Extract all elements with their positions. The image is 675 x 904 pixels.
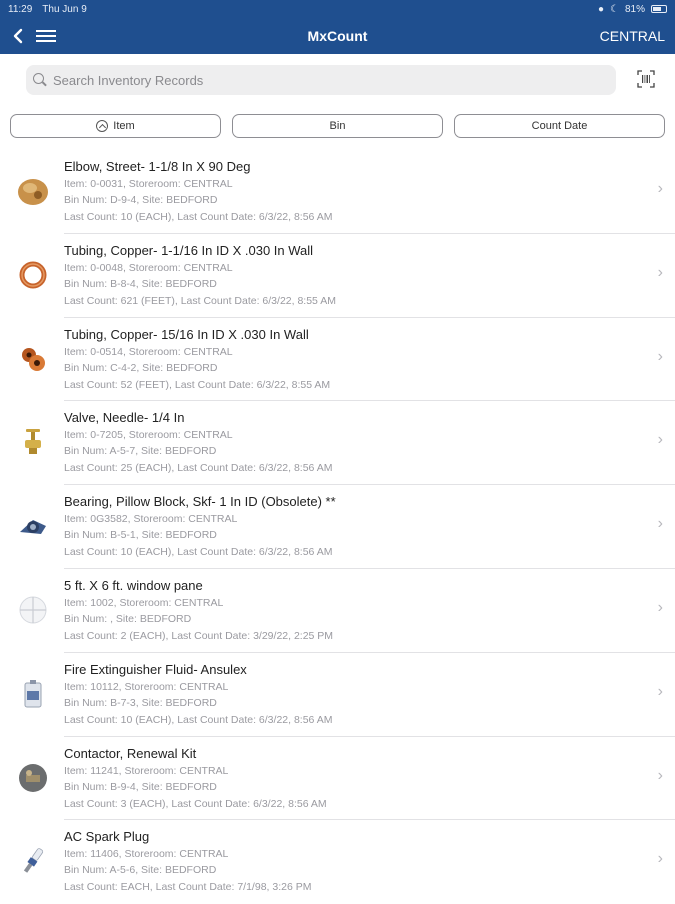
- item-storeroom: Item: 11241, Storeroom: CENTRAL: [64, 764, 229, 777]
- spark-plug-image: [16, 844, 50, 878]
- page-title: MxCount: [307, 28, 368, 44]
- back-button[interactable]: [0, 18, 36, 54]
- chevron-left-icon: [13, 28, 23, 44]
- wifi-icon: ●: [597, 3, 605, 15]
- item-title: AC Spark Plug: [64, 829, 150, 845]
- brass-valve-image: [16, 425, 50, 459]
- item-bin: Bin Num: B-5-1, Site: BEDFORD: [64, 529, 217, 542]
- sort-ascending-icon: [96, 120, 109, 132]
- chevron-right-icon: ›: [657, 263, 663, 281]
- inventory-list: Elbow, Street- 1-1/8 In X 90 Deg Item: 0…: [0, 150, 675, 904]
- item-bin: Bin Num: A-5-6, Site: BEDFORD: [64, 864, 217, 877]
- window-pane-image: [16, 593, 50, 627]
- site-selector-button[interactable]: CENTRAL: [600, 28, 665, 44]
- item-last-count: Last Count: 621 (FEET), Last Count Date:…: [64, 294, 336, 307]
- pillow-block-bearing-image: [16, 509, 50, 543]
- item-last-count: Last Count: 25 (EACH), Last Count Date: …: [64, 462, 333, 475]
- item-storeroom: Item: 0-0031, Storeroom: CENTRAL: [64, 178, 233, 190]
- item-storeroom: Item: 0-0514, Storeroom: CENTRAL: [64, 345, 233, 358]
- list-item[interactable]: Bearing, Pillow Block, Skf- 1 In ID (Obs…: [20, 485, 675, 569]
- sort-item-button[interactable]: Item: [10, 114, 221, 138]
- chevron-right-icon: ›: [657, 766, 663, 784]
- item-storeroom: Item: 1002, Storeroom: CENTRAL: [64, 596, 224, 609]
- list-item[interactable]: Fire Extinguisher Fluid- Ansulex Item: 1…: [24, 653, 675, 737]
- battery-percent: 81%: [624, 3, 645, 15]
- item-title: Bearing, Pillow Block, Skf- 1 In ID (Obs…: [64, 494, 336, 510]
- item-bin: Bin Num: , Site: BEDFORD: [64, 612, 192, 625]
- item-bin: Bin Num: B-7-3, Site: BEDFORD: [64, 696, 217, 709]
- item-last-count: Last Count: 2 (EACH), Last Count Date: 3…: [64, 629, 334, 642]
- chevron-right-icon: ›: [657, 850, 663, 868]
- elbow-fitting-image: [16, 174, 50, 208]
- item-last-count: Last Count: 3 (EACH), Last Count Date: 6…: [64, 797, 327, 810]
- search-icon: [32, 72, 48, 88]
- item-last-count: Last Count: 10 (EACH), Last Count Date: …: [64, 713, 333, 726]
- navigation-bar: MxCount CENTRAL: [0, 18, 675, 54]
- item-bin: Bin Num: A-5-7, Site: BEDFORD: [64, 445, 217, 458]
- list-item[interactable]: Tubing, Copper- 15/16 In ID X .030 In Wa…: [22, 318, 675, 402]
- hamburger-menu-icon[interactable]: [36, 18, 70, 54]
- list-item[interactable]: Tubing, Copper- 1-1/16 In ID X .030 In W…: [19, 234, 675, 318]
- item-title: Tubing, Copper- 15/16 In ID X .030 In Wa…: [64, 326, 309, 342]
- status-bar: 11:29 Thu Jun 9 ● ☾ 81%: [0, 0, 675, 18]
- item-storeroom: Item: 0G3582, Storeroom: CENTRAL: [64, 513, 238, 526]
- chevron-right-icon: ›: [657, 180, 663, 197]
- item-last-count: Last Count: 10 (EACH), Last Count Date: …: [64, 546, 333, 559]
- fluid-jug-image: [16, 677, 50, 711]
- chevron-right-icon: ›: [657, 682, 663, 700]
- sort-options: Item Bin Count Date: [0, 114, 675, 140]
- item-storeroom: Item: 11406, Storeroom: CENTRAL: [64, 848, 229, 861]
- search-row: [0, 54, 675, 106]
- item-title: 5 ft. X 6 ft. window pane: [64, 577, 203, 593]
- item-bin: Bin Num: B-8-4, Site: BEDFORD: [64, 277, 217, 290]
- do-not-disturb-icon: ☾: [610, 3, 619, 15]
- list-item[interactable]: 5 ft. X 6 ft. window pane Item: 1002, St…: [19, 569, 675, 653]
- search-input[interactable]: [53, 72, 593, 88]
- sort-bin-label: Bin: [329, 120, 346, 132]
- item-title: Elbow, Street- 1-1/8 In X 90 Deg: [64, 159, 251, 174]
- item-title: Fire Extinguisher Fluid- Ansulex: [64, 661, 247, 677]
- sort-bin-button[interactable]: Bin: [232, 114, 443, 138]
- contactor-kit-image: [16, 761, 50, 795]
- list-item[interactable]: AC Spark Plug Item: 11406, Storeroom: CE…: [23, 820, 675, 904]
- list-item[interactable]: Elbow, Street- 1-1/8 In X 90 Deg Item: 0…: [18, 150, 675, 234]
- item-storeroom: Item: 0-0048, Storeroom: CENTRAL: [64, 261, 233, 274]
- chevron-right-icon: ›: [657, 598, 663, 616]
- chevron-right-icon: ›: [657, 431, 663, 449]
- item-storeroom: Item: 10112, Storeroom: CENTRAL: [64, 680, 229, 693]
- item-bin: Bin Num: B-9-4, Site: BEDFORD: [64, 780, 217, 793]
- item-last-count: Last Count: 10 (EACH), Last Count Date: …: [64, 211, 333, 223]
- chevron-right-icon: ›: [657, 347, 663, 365]
- copper-tubing-coil-image: [16, 258, 50, 292]
- status-time: 11:29: [8, 3, 33, 15]
- barcode-scan-icon[interactable]: [637, 70, 655, 88]
- sort-count-date-label: Count Date: [531, 120, 588, 132]
- item-bin: Bin Num: D-9-4, Site: BEDFORD: [64, 194, 218, 206]
- battery-icon: [651, 5, 667, 13]
- status-date: Thu Jun 9: [42, 3, 87, 15]
- item-title: Contactor, Renewal Kit: [64, 745, 197, 761]
- item-storeroom: Item: 0-7205, Storeroom: CENTRAL: [64, 429, 233, 442]
- item-title: Tubing, Copper- 1-1/16 In ID X .030 In W…: [64, 242, 314, 258]
- chevron-right-icon: ›: [657, 515, 663, 533]
- item-title: Valve, Needle- 1/4 In: [64, 410, 185, 426]
- search-bar[interactable]: [26, 65, 616, 95]
- item-bin: Bin Num: C-4-2, Site: BEDFORD: [64, 361, 218, 374]
- copper-fittings-image: [16, 342, 50, 376]
- list-item[interactable]: Contactor, Renewal Kit Item: 11241, Stor…: [19, 737, 675, 821]
- sort-count-date-button[interactable]: Count Date: [454, 114, 665, 138]
- sort-item-label: Item: [113, 120, 135, 132]
- list-item[interactable]: Valve, Needle- 1/4 In Item: 0-7205, Stor…: [25, 401, 675, 486]
- item-last-count: Last Count: 52 (FEET), Last Count Date: …: [64, 378, 331, 391]
- item-last-count: Last Count: EACH, Last Count Date: 7/1/9…: [64, 881, 312, 894]
